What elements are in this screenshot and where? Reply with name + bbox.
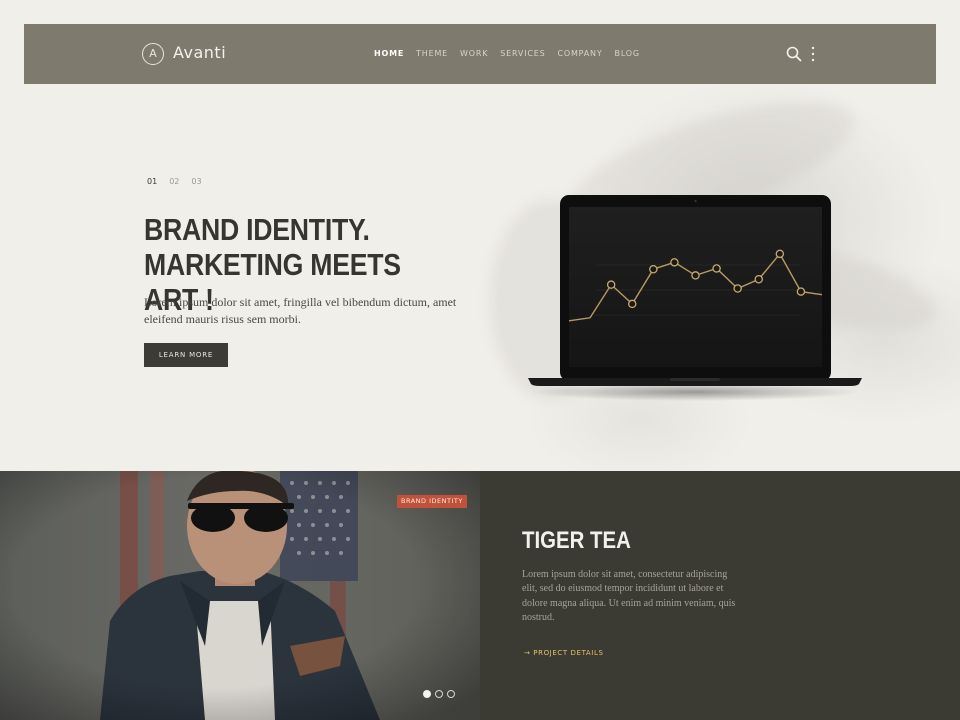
slide-number-3[interactable]: 03 [191, 177, 201, 186]
chart-point [628, 299, 637, 309]
carousel-dot-3[interactable] [447, 690, 455, 698]
main-nav: HOME THEME WORK SERVICES COMPANY BLOG [374, 49, 640, 58]
nav-item-blog[interactable]: BLOG [615, 49, 640, 58]
site-header: A Avanti HOME THEME WORK SERVICES COMPAN… [24, 24, 936, 84]
more-vertical-icon[interactable] [810, 45, 816, 63]
chart-point [733, 284, 742, 293]
logo-icon[interactable]: A [142, 43, 164, 65]
nav-item-services[interactable]: SERVICES [500, 49, 545, 58]
laptop-screen [569, 207, 822, 367]
project-details-link[interactable]: → PROJECT DETAILS [524, 649, 604, 657]
carousel-dots [423, 690, 455, 698]
nav-item-work[interactable]: WORK [460, 49, 488, 58]
nav-item-theme[interactable]: THEME [416, 49, 448, 58]
hero-description: Lorem ipsum dolor sit amet, fringilla ve… [144, 295, 457, 326]
carousel-dot-2[interactable] [435, 690, 443, 698]
laptop-illustration [528, 195, 862, 401]
nav-item-company[interactable]: COMPANY [557, 49, 602, 58]
slide-number-1[interactable]: 01 [147, 177, 157, 186]
chart-point [649, 265, 658, 274]
chart-point [670, 258, 679, 267]
search-icon[interactable] [786, 46, 802, 62]
chart-point [606, 280, 616, 289]
nav-item-home[interactable]: HOME [374, 49, 404, 58]
category-badge: BRAND IDENTITY [397, 495, 467, 508]
slide-number-2[interactable]: 02 [169, 177, 179, 186]
project-photo[interactable] [0, 471, 480, 720]
chart-point [691, 271, 700, 280]
learn-more-button[interactable]: LEARN MORE [144, 343, 228, 367]
laptop-camera [694, 199, 697, 203]
chart-point [754, 275, 763, 284]
laptop-notch [670, 378, 720, 381]
chart-point [796, 287, 806, 296]
project-title: TIGER TEA [522, 527, 631, 554]
portrait-photo [0, 471, 480, 720]
slide-indicator: 01 02 03 [147, 177, 202, 186]
logo-text[interactable]: Avanti [173, 43, 226, 62]
chart-point [712, 264, 721, 273]
carousel-dot-1[interactable] [423, 690, 431, 698]
chart-point [775, 249, 785, 259]
project-description: Lorem ipsum dolor sit amet, consectetur … [522, 569, 736, 623]
